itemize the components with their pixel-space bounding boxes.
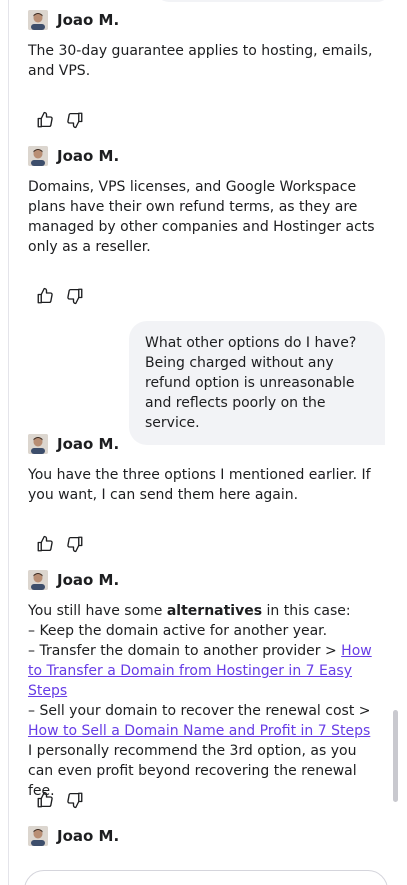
agent-message: Domains, VPS licenses, and Google Worksp…	[28, 177, 378, 257]
agent-name: Joao M.	[57, 147, 120, 165]
option-transfer-domain: – Transfer the domain to another provide…	[28, 641, 378, 701]
message-text: Domains, VPS licenses, and Google Worksp…	[28, 179, 375, 255]
agent-name: Joao M.	[57, 571, 120, 589]
message-text: You have the three options I mentioned e…	[28, 467, 371, 503]
agent-avatar	[28, 826, 48, 846]
thumbs-down-icon[interactable]	[66, 287, 84, 305]
option-sell-domain: – Sell your domain to recover the renewa…	[28, 701, 378, 741]
agent-avatar	[28, 570, 48, 590]
message-input[interactable]	[24, 870, 388, 885]
intro-suffix-text: in this case:	[262, 603, 351, 619]
agent-header: Joao M.	[28, 145, 119, 167]
agent-name: Joao M.	[57, 11, 120, 29]
agent-message: The 30-day guarantee applies to hosting,…	[28, 41, 378, 81]
option-sell-text: – Sell your domain to recover the renewa…	[28, 703, 371, 719]
thumbs-up-icon[interactable]	[36, 791, 54, 809]
user-message-bubble: What other options do I have? Being char…	[129, 321, 385, 445]
feedback-actions	[36, 791, 84, 809]
thumbs-up-icon[interactable]	[36, 535, 54, 553]
agent-message: You still have some alternatives in this…	[28, 601, 378, 801]
agent-header: Joao M.	[28, 433, 119, 455]
scrollbar-thumb[interactable]	[393, 710, 398, 802]
intro-bold-text: alternatives	[166, 603, 263, 619]
agent-avatar	[28, 146, 48, 166]
thumbs-up-icon[interactable]	[36, 111, 54, 129]
option-transfer-text: – Transfer the domain to another provide…	[28, 643, 342, 659]
sell-guide-link[interactable]: How to Sell a Domain Name and Profit in …	[28, 723, 370, 739]
thumbs-down-icon[interactable]	[66, 791, 84, 809]
thumbs-down-icon[interactable]	[66, 111, 84, 129]
agent-avatar	[28, 10, 48, 30]
agent-name: Joao M.	[57, 435, 120, 453]
agent-message: You have the three options I mentioned e…	[28, 465, 378, 505]
user-message-text: What other options do I have? Being char…	[145, 335, 357, 431]
thumbs-down-icon[interactable]	[66, 535, 84, 553]
thumbs-up-icon[interactable]	[36, 287, 54, 305]
agent-header: Joao M.	[28, 9, 119, 31]
previous-user-bubble	[155, 0, 391, 2]
feedback-actions	[36, 287, 84, 305]
agent-avatar	[28, 434, 48, 454]
agent-name: Joao M.	[57, 827, 120, 845]
message-text: The 30-day guarantee applies to hosting,…	[28, 43, 373, 79]
message-intro: You still have some alternatives in this…	[28, 601, 378, 621]
agent-header: Joao M.	[28, 825, 119, 847]
agent-header: Joao M.	[28, 569, 119, 591]
feedback-actions	[36, 111, 84, 129]
intro-text: You still have some	[28, 603, 167, 619]
option-keep-domain: – Keep the domain active for another yea…	[28, 623, 328, 639]
feedback-actions	[36, 535, 84, 553]
